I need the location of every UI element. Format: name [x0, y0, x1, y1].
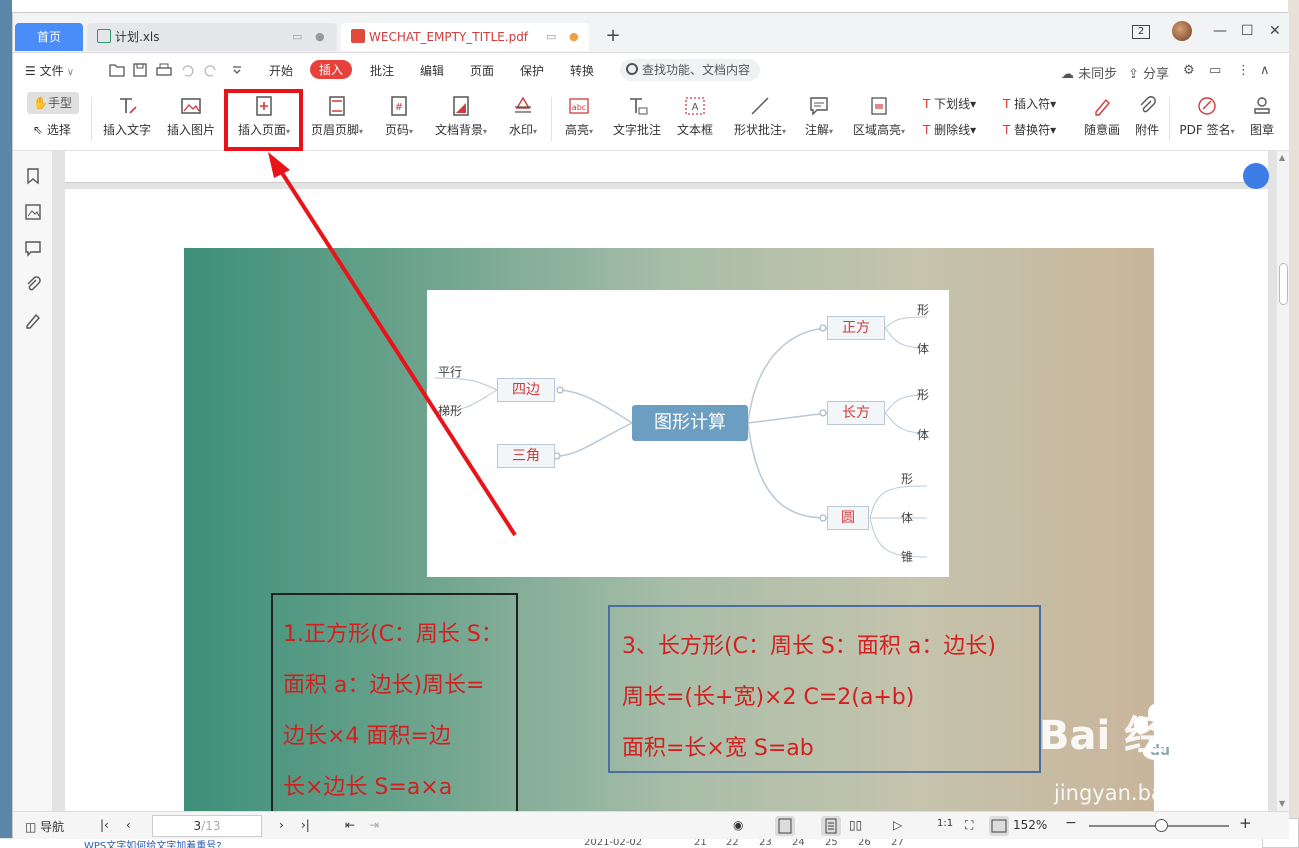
annotation-arrow — [268, 152, 517, 537]
